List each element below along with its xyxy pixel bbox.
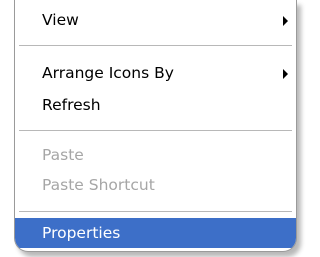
submenu-arrow-icon xyxy=(283,16,288,26)
menu-item-label: Properties xyxy=(42,224,121,242)
menu-item-paste: Paste xyxy=(15,140,296,170)
menu-item-view[interactable]: View xyxy=(15,5,296,35)
menu-item-label: View xyxy=(42,11,79,29)
desktop-background: View Arrange Icons By Refresh Paste Past… xyxy=(0,0,297,257)
menu-item-arrange-icons-by[interactable]: Arrange Icons By xyxy=(15,58,296,88)
menu-item-label: Paste xyxy=(42,146,84,164)
context-menu: View Arrange Icons By Refresh Paste Past… xyxy=(14,0,297,252)
menu-item-paste-shortcut: Paste Shortcut xyxy=(15,170,296,200)
menu-separator xyxy=(19,211,292,212)
menu-separator xyxy=(19,45,292,46)
menu-item-label: Arrange Icons By xyxy=(42,64,174,82)
menu-separator xyxy=(19,130,292,131)
menu-item-properties[interactable]: Properties xyxy=(15,218,296,248)
menu-item-refresh[interactable]: Refresh xyxy=(15,90,296,120)
submenu-arrow-icon xyxy=(283,69,288,79)
menu-item-label: Paste Shortcut xyxy=(42,176,155,194)
menu-item-label: Refresh xyxy=(42,96,101,114)
